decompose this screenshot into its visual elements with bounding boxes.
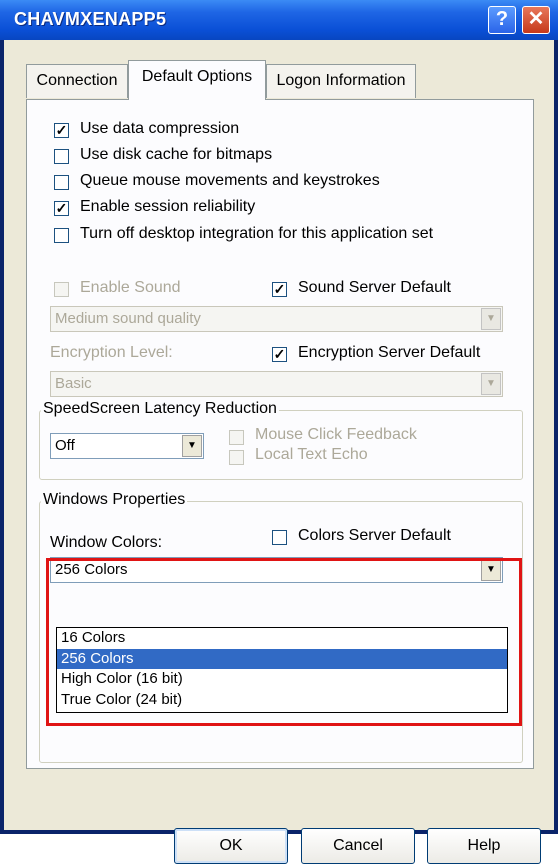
highlight-box xyxy=(46,558,522,726)
sound-quality-value: Medium sound quality xyxy=(55,310,201,327)
window-title: CHAVMXENAPP5 xyxy=(14,9,167,29)
encryption-level-label: Encryption Level: xyxy=(50,344,173,361)
windows-properties-group-title: Windows Properties xyxy=(41,491,188,509)
encryption-server-default-label: Encryption Server Default xyxy=(298,344,481,361)
chevron-down-icon[interactable]: ▼ xyxy=(481,308,501,330)
cancel-button[interactable]: Cancel xyxy=(301,828,415,864)
sound-quality-select[interactable]: Medium sound quality ▼ xyxy=(50,306,503,332)
close-button[interactable]: ✕ xyxy=(522,6,550,34)
window-colors-label: Window Colors: xyxy=(50,534,163,551)
dialog-window: CHAVMXENAPP5 ? ✕ Connection Default Opti… xyxy=(0,0,558,864)
use-data-compression-checkbox[interactable]: ✓ xyxy=(54,123,69,138)
colors-server-default-checkbox[interactable] xyxy=(272,530,287,545)
mouse-click-feedback-checkbox[interactable] xyxy=(229,430,244,445)
dialog-client-area: Connection Default Options Logon Informa… xyxy=(4,40,554,864)
tab-connection[interactable]: Connection xyxy=(26,64,128,98)
colors-server-default-label: Colors Server Default xyxy=(298,527,451,544)
speedscreen-select[interactable]: Off ▼ xyxy=(50,433,204,459)
turn-off-desktop-integration-label: Turn off desktop integration for this ap… xyxy=(80,225,434,242)
turn-off-desktop-integration-checkbox[interactable] xyxy=(54,228,69,243)
encryption-level-select[interactable]: Basic ▼ xyxy=(50,371,503,397)
encryption-server-default-checkbox[interactable]: ✓ xyxy=(272,347,287,362)
queue-mouse-movements-label: Queue mouse movements and keystrokes xyxy=(80,172,380,189)
local-text-echo-checkbox[interactable] xyxy=(229,450,244,465)
help-title-button[interactable]: ? xyxy=(488,6,516,34)
use-data-compression-label: Use data compression xyxy=(80,120,240,137)
sound-server-default-label: Sound Server Default xyxy=(298,279,451,296)
help-button[interactable]: Help xyxy=(427,828,541,864)
speedscreen-group-title: SpeedScreen Latency Reduction xyxy=(41,400,279,418)
speedscreen-value: Off xyxy=(55,437,75,454)
ok-button[interactable]: OK xyxy=(174,828,288,864)
enable-sound-label: Enable Sound xyxy=(80,279,181,296)
enable-sound-checkbox[interactable] xyxy=(54,282,69,297)
tab-default-options[interactable]: Default Options xyxy=(128,60,266,100)
chevron-down-icon[interactable]: ▼ xyxy=(481,373,501,395)
enable-session-reliability-checkbox[interactable]: ✓ xyxy=(54,201,69,216)
use-disk-cache-checkbox[interactable] xyxy=(54,149,69,164)
local-text-echo-label: Local Text Echo xyxy=(255,446,368,463)
use-disk-cache-label: Use disk cache for bitmaps xyxy=(80,146,273,163)
chevron-down-icon[interactable]: ▼ xyxy=(182,435,202,457)
mouse-click-feedback-label: Mouse Click Feedback xyxy=(255,426,417,443)
tab-logon-information[interactable]: Logon Information xyxy=(266,64,416,98)
queue-mouse-movements-checkbox[interactable] xyxy=(54,175,69,190)
enable-session-reliability-label: Enable session reliability xyxy=(80,198,256,215)
sound-server-default-checkbox[interactable]: ✓ xyxy=(272,282,287,297)
encryption-level-value: Basic xyxy=(55,375,92,392)
title-bar[interactable]: CHAVMXENAPP5 ? ✕ xyxy=(0,0,558,40)
